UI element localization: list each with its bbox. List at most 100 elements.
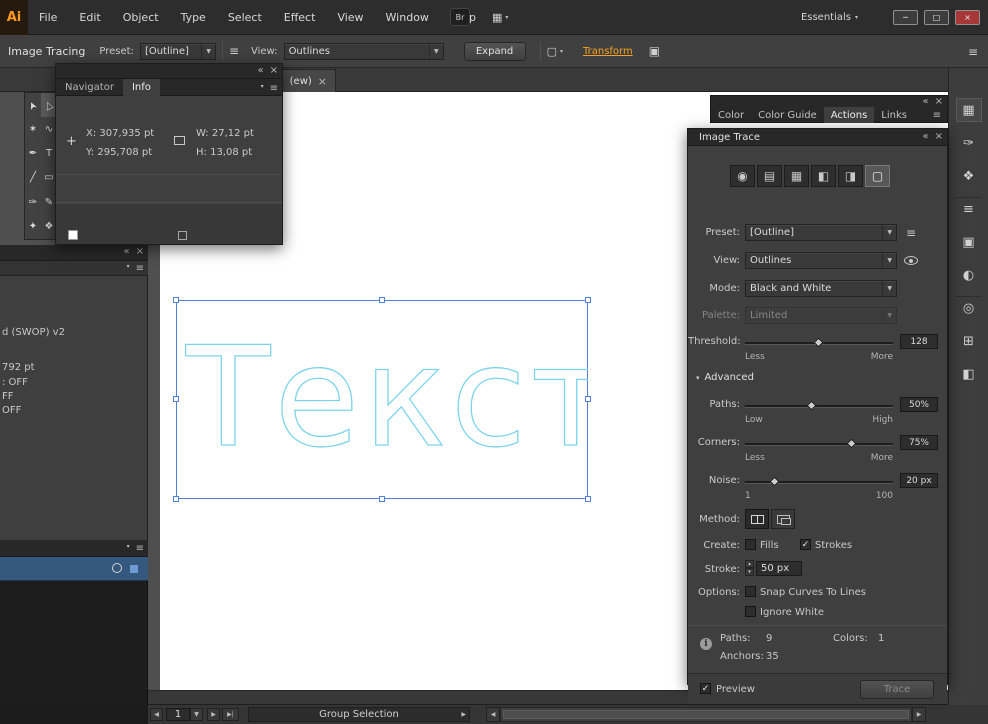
dock-swatches-button[interactable]: ▦ bbox=[956, 98, 982, 122]
scroll-right-button[interactable]: ▶ bbox=[912, 707, 926, 722]
info-panel-titlebar[interactable]: « × bbox=[56, 64, 282, 79]
transform-link[interactable]: Transform bbox=[583, 46, 633, 57]
scroll-left-button[interactable]: ◀ bbox=[486, 707, 500, 722]
next-page-button[interactable]: ▶ bbox=[207, 708, 220, 721]
tab-actions[interactable]: Actions bbox=[824, 107, 875, 123]
maximize-button[interactable]: □ bbox=[924, 10, 949, 25]
bridge-icon[interactable]: Br bbox=[450, 8, 470, 26]
menu-file[interactable]: File bbox=[28, 0, 68, 35]
corners-slider-thumb[interactable] bbox=[846, 439, 856, 449]
selection-handle[interactable] bbox=[173, 396, 179, 402]
close-icon[interactable]: × bbox=[935, 96, 943, 107]
paths-slider[interactable] bbox=[745, 405, 893, 408]
image-trace-titlebar[interactable]: Image Trace « × bbox=[688, 129, 947, 146]
stepper-up-icon[interactable]: ▴ bbox=[745, 560, 754, 568]
preset-menu-icon[interactable]: ≡ bbox=[906, 226, 916, 240]
noise-value[interactable]: 20 px bbox=[900, 473, 938, 488]
stepper-down-icon[interactable]: ▾ bbox=[745, 568, 754, 576]
preset-dropdown[interactable]: [Outline] ▼ bbox=[140, 43, 216, 60]
page-dropdown-icon[interactable]: ▼ bbox=[190, 708, 203, 721]
panel-menu-icon[interactable]: ≡ bbox=[136, 543, 144, 554]
menu-edit[interactable]: Edit bbox=[68, 0, 111, 35]
preset-black-white-icon[interactable]: ◨ bbox=[838, 165, 863, 187]
layer-target-icon[interactable] bbox=[112, 563, 122, 573]
trace-button[interactable]: Trace bbox=[860, 680, 934, 699]
preset-auto-color-icon[interactable]: ◉ bbox=[730, 165, 755, 187]
document-info-panel-header[interactable]: « × bbox=[0, 245, 148, 261]
trace-view-dropdown[interactable]: Outlines ▼ bbox=[745, 252, 897, 269]
isolate-selection-button[interactable]: ▢ ▾ bbox=[547, 45, 563, 58]
tab-links[interactable]: Links bbox=[874, 107, 914, 123]
fills-checkbox[interactable] bbox=[745, 539, 756, 550]
horizontal-scrollbar-thumb[interactable] bbox=[503, 710, 909, 719]
threshold-value[interactable]: 128 bbox=[900, 334, 938, 349]
strokes-checkbox[interactable]: ✓ bbox=[800, 539, 811, 550]
dock-gradient-button[interactable]: ◧ bbox=[956, 362, 982, 386]
preset-outline-icon[interactable]: ▢ bbox=[865, 165, 890, 187]
ignore-white-checkbox[interactable] bbox=[745, 606, 756, 617]
selection-handle[interactable] bbox=[379, 297, 385, 303]
minimize-button[interactable]: ─ bbox=[893, 10, 918, 25]
menu-select[interactable]: Select bbox=[217, 0, 273, 35]
corners-slider[interactable] bbox=[745, 443, 893, 446]
trace-preset-dropdown[interactable]: [Outline] ▼ bbox=[745, 224, 897, 241]
selection-handle[interactable] bbox=[173, 496, 179, 502]
dock-artboards-button[interactable]: ⊞ bbox=[956, 329, 982, 353]
close-icon[interactable]: × bbox=[270, 65, 278, 76]
last-page-button[interactable]: ▶| bbox=[222, 708, 239, 721]
dock-graphic-styles-button[interactable]: ▣ bbox=[956, 230, 982, 254]
first-page-button[interactable]: ◀ bbox=[150, 708, 163, 721]
close-icon[interactable]: × bbox=[136, 246, 144, 257]
dock-symbols-button[interactable]: ❖ bbox=[956, 164, 982, 188]
tab-color[interactable]: Color bbox=[711, 107, 751, 123]
selection-handle[interactable] bbox=[585, 496, 591, 502]
advanced-disclosure[interactable]: ▾ Advanced bbox=[696, 372, 754, 383]
pen-tool[interactable]: ✒ bbox=[25, 142, 41, 166]
menu-effect[interactable]: Effect bbox=[273, 0, 327, 35]
workspace-switcher[interactable]: Essentials ▾ bbox=[801, 0, 858, 35]
paintbrush-tool[interactable]: ✑ bbox=[25, 190, 41, 214]
menu-object[interactable]: Object bbox=[112, 0, 170, 35]
selection-handle[interactable] bbox=[585, 297, 591, 303]
noise-slider-thumb[interactable] bbox=[769, 477, 779, 487]
selection-handle[interactable] bbox=[173, 297, 179, 303]
preset-grayscale-icon[interactable]: ◧ bbox=[811, 165, 836, 187]
threshold-slider[interactable] bbox=[745, 342, 893, 345]
method-abutting-button[interactable] bbox=[745, 509, 769, 529]
preview-checkbox[interactable]: ✓ bbox=[700, 683, 711, 694]
arrange-documents-button[interactable]: ▦ ▾ bbox=[492, 8, 508, 26]
trace-mode-dropdown[interactable]: Black and White ▼ bbox=[745, 280, 897, 297]
magic-wand-tool[interactable]: ✶ bbox=[25, 117, 41, 141]
preset-low-color-icon[interactable]: ▦ bbox=[784, 165, 809, 187]
dock-transparency-button[interactable]: ◐ bbox=[956, 263, 982, 287]
eye-icon[interactable] bbox=[904, 256, 918, 265]
tab-info[interactable]: Info bbox=[123, 79, 160, 96]
tracing-options-icon[interactable]: ≡ bbox=[229, 44, 239, 58]
collapse-panel-icon[interactable]: « bbox=[257, 65, 263, 76]
stroke-value-field[interactable]: 50 px bbox=[756, 561, 802, 576]
layer-row-selected[interactable] bbox=[0, 557, 148, 581]
preset-high-color-icon[interactable]: ▤ bbox=[757, 165, 782, 187]
menu-window[interactable]: Window bbox=[375, 0, 440, 35]
control-panel-menu-icon[interactable]: ≡ bbox=[968, 45, 978, 59]
width-tool[interactable]: ✦ bbox=[25, 215, 41, 239]
close-button[interactable]: × bbox=[955, 10, 980, 25]
artboard-icon[interactable]: ▣ bbox=[649, 44, 660, 58]
menu-type[interactable]: Type bbox=[170, 0, 217, 35]
expand-button[interactable]: Expand bbox=[464, 42, 526, 61]
close-icon[interactable]: × bbox=[318, 75, 327, 88]
method-overlapping-button[interactable] bbox=[771, 509, 795, 529]
layers-panel-header[interactable]: ▾ ≡ bbox=[0, 540, 148, 557]
tab-color-guide[interactable]: Color Guide bbox=[751, 107, 824, 123]
noise-slider[interactable] bbox=[745, 481, 893, 484]
tab-navigator[interactable]: Navigator bbox=[56, 79, 123, 96]
stroke-stepper[interactable]: ▴ ▾ bbox=[745, 560, 754, 576]
panel-menu-icon[interactable]: ≡ bbox=[270, 83, 278, 94]
status-indicator[interactable]: Group Selection ▶ bbox=[248, 707, 470, 722]
dock-appearance-button[interactable]: ◎ bbox=[956, 296, 982, 320]
traced-text[interactable]: Текст bbox=[178, 303, 588, 499]
dock-stroke-button[interactable]: ≡ bbox=[956, 197, 982, 221]
collapse-panel-icon[interactable]: « bbox=[123, 246, 129, 257]
collapse-panel-icon[interactable]: « bbox=[922, 96, 928, 107]
status-expand-icon[interactable]: ▶ bbox=[461, 711, 466, 718]
